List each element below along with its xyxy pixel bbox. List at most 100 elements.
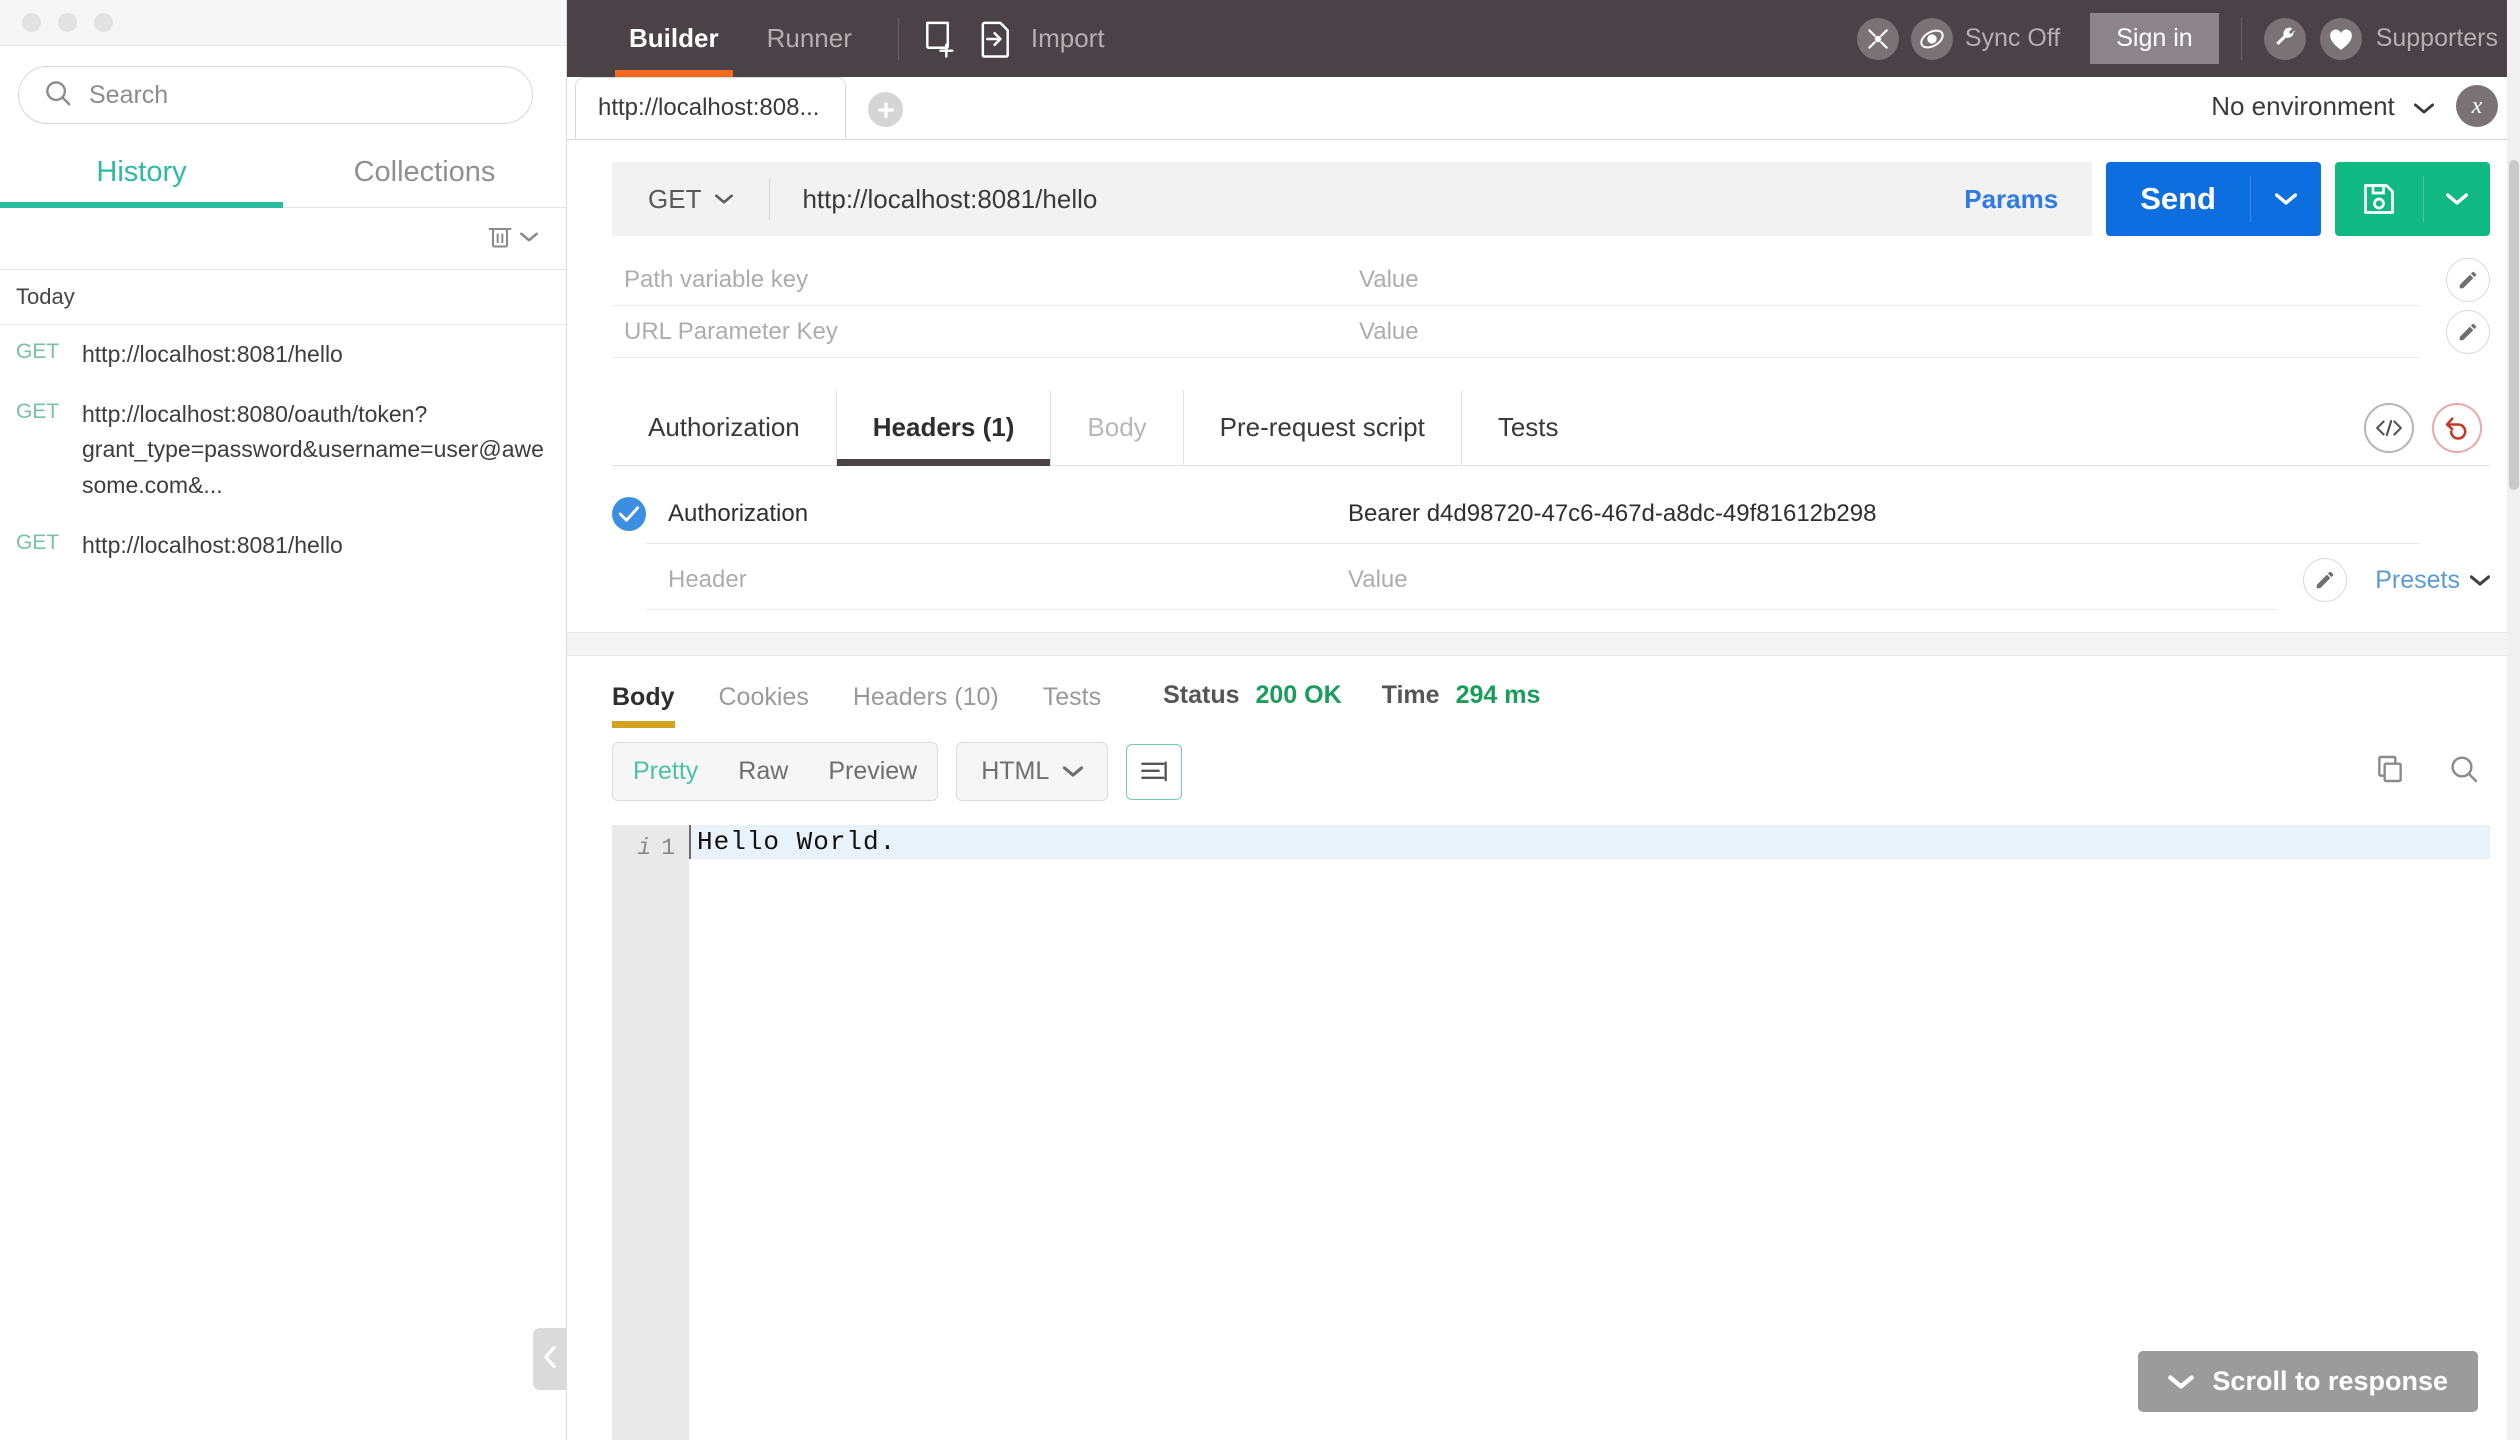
sign-in-button[interactable]: Sign in [2090, 13, 2219, 64]
history-list: GET http://localhost:8081/hello GET http… [0, 325, 566, 1440]
tab-pre-request-script[interactable]: Pre-request script [1184, 390, 1462, 465]
presets-button[interactable]: Presets [2375, 566, 2490, 595]
send-options-caret[interactable] [2250, 176, 2321, 222]
view-mode-pretty[interactable]: Pretty [613, 743, 718, 800]
view-mode-preview-label: Preview [828, 757, 918, 785]
history-url: http://localhost:8080/oauth/token?grant_… [82, 400, 544, 498]
header-key-placeholder[interactable]: Header [646, 550, 1336, 610]
url-box: GET Params [612, 162, 2093, 236]
save-button[interactable] [2335, 162, 2490, 236]
url-parameter-row: URL Parameter Key Value [612, 306, 2490, 358]
view-mode-preview[interactable]: Preview [808, 743, 937, 800]
method-selector[interactable]: GET [612, 178, 771, 220]
presets-label: Presets [2375, 565, 2460, 594]
wrench-icon[interactable] [2263, 17, 2306, 60]
save-options-caret[interactable] [2423, 176, 2490, 222]
search-icon [43, 78, 73, 113]
trash-icon[interactable] [486, 221, 514, 256]
header-value[interactable]: Bearer d4d98720-47c6-467d-a8dc-49f81612b… [1336, 484, 2420, 544]
list-item[interactable]: GET http://localhost:8081/hello [0, 516, 566, 576]
history-method: GET [16, 399, 60, 423]
app-header: Builder Runner Import Sync Off Sign in S… [567, 0, 2520, 77]
pencil-icon[interactable] [2303, 558, 2348, 602]
header-divider [897, 17, 899, 60]
list-item[interactable]: GET http://localhost:8081/hello [0, 325, 566, 385]
window-maximize-dot[interactable] [94, 13, 113, 32]
path-variable-key[interactable]: Path variable key [612, 254, 1347, 306]
supporters-label[interactable]: Supporters [2376, 24, 2498, 53]
nav-runner-label: Runner [766, 23, 852, 53]
response-tab-tests-label: Tests [1042, 683, 1102, 711]
sidebar-collapse-handle[interactable] [533, 1328, 566, 1390]
tab-body[interactable]: Body [1051, 390, 1184, 465]
info-icon[interactable]: i [637, 831, 651, 865]
env-quick-look-icon[interactable]: x [2456, 85, 2498, 127]
chevron-down-icon [2446, 193, 2468, 205]
response-tab-cookies[interactable]: Cookies [697, 683, 831, 728]
request-tab-label: http://localhost:808... [598, 94, 820, 121]
chevron-down-icon[interactable] [520, 230, 538, 248]
add-request-tab-button[interactable] [868, 92, 904, 127]
tab-authorization[interactable]: Authorization [612, 390, 837, 465]
nav-builder[interactable]: Builder [605, 0, 743, 77]
environment-selector[interactable]: No environment [2211, 91, 2434, 122]
url-input[interactable] [770, 183, 1931, 215]
tab-collections[interactable]: Collections [283, 142, 566, 207]
heart-icon[interactable] [2319, 17, 2362, 60]
tab-tests[interactable]: Tests [1462, 390, 1595, 465]
search-icon[interactable] [2448, 753, 2480, 790]
url-parameter-key[interactable]: URL Parameter Key [612, 306, 1347, 358]
environment-label: No environment [2211, 90, 2395, 121]
view-mode-pretty-label: Pretty [633, 757, 699, 785]
path-variable-value[interactable]: Value [1347, 254, 2420, 306]
chevron-down-icon [2168, 1366, 2195, 1397]
header-key[interactable]: Authorization [646, 484, 1336, 544]
list-item[interactable]: GET http://localhost:8080/oauth/token?gr… [0, 385, 566, 516]
header-value-placeholder[interactable]: Value [1336, 550, 2278, 610]
view-mode-raw-label: Raw [738, 757, 789, 785]
request-tab[interactable]: http://localhost:808... [575, 77, 847, 139]
interceptor-icon[interactable] [1856, 17, 1899, 60]
floppy-disk-icon [2335, 181, 2423, 217]
tab-body-label: Body [1087, 412, 1147, 442]
view-mode-raw[interactable]: Raw [718, 743, 808, 800]
scroll-to-response-button[interactable]: Scroll to response [2138, 1351, 2478, 1412]
copy-icon[interactable] [2374, 753, 2406, 790]
format-selector[interactable]: HTML [956, 742, 1109, 801]
reset-undo-icon[interactable] [2432, 402, 2482, 453]
sync-icon[interactable] [1910, 17, 1953, 60]
request-tabstrip: http://localhost:808... No environment x [567, 77, 2520, 140]
pencil-icon[interactable] [2446, 310, 2490, 354]
import-icon[interactable] [979, 20, 1013, 58]
word-wrap-icon[interactable] [1126, 743, 1183, 800]
history-url: http://localhost:8081/hello [82, 531, 343, 558]
code-content[interactable]: Hello World. [689, 825, 2490, 1440]
window-close-dot[interactable] [22, 13, 41, 32]
header-enabled-checkbox[interactable] [612, 497, 646, 531]
main-scrollbar[interactable] [2507, 0, 2520, 1440]
chevron-down-icon [2414, 103, 2434, 113]
scrollbar-thumb[interactable] [2509, 160, 2519, 490]
new-tab-icon[interactable] [921, 20, 957, 58]
nav-runner[interactable]: Runner [743, 0, 876, 77]
code-icon[interactable] [2364, 402, 2414, 453]
header-actions: Sync Off Sign in Supporters [1856, 13, 2498, 64]
history-group-label: Today [0, 270, 566, 325]
send-button[interactable]: Send [2106, 162, 2321, 236]
postman-window: History Collections Today [0, 0, 2520, 1440]
params-button[interactable]: Params [1930, 183, 2093, 215]
tab-headers[interactable]: Headers (1) [836, 390, 1052, 466]
window-minimize-dot[interactable] [58, 13, 77, 32]
time-value: 294 ms [1455, 681, 1541, 709]
tab-history[interactable]: History [0, 142, 283, 208]
response-tab-body[interactable]: Body [612, 683, 697, 728]
response-tab-headers[interactable]: Headers (10) [831, 683, 1021, 728]
import-label[interactable]: Import [1031, 23, 1105, 54]
url-parameter-value[interactable]: Value [1347, 306, 2420, 358]
environment-area: No environment x [2211, 85, 2520, 139]
tab-tests-label: Tests [1497, 412, 1559, 442]
search-box[interactable] [18, 66, 533, 124]
pencil-icon[interactable] [2446, 258, 2490, 302]
search-input[interactable] [89, 80, 508, 110]
response-tab-tests[interactable]: Tests [1021, 683, 1123, 728]
